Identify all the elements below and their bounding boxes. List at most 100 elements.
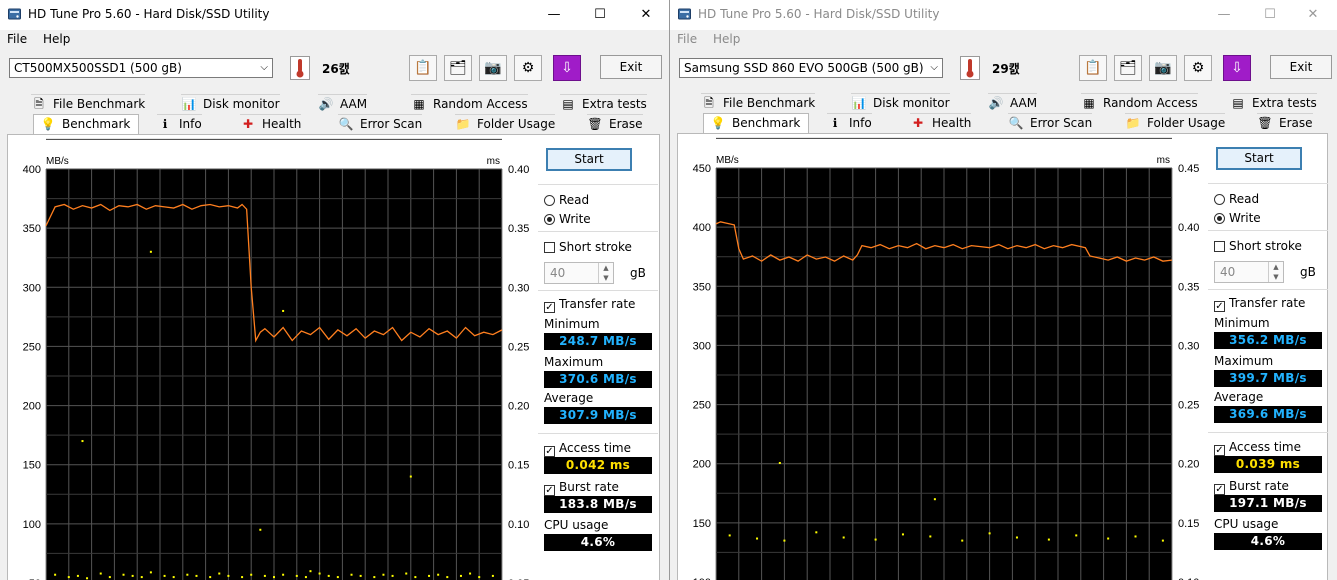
tab-benchmark[interactable]: 💡 Benchmark bbox=[33, 114, 139, 135]
chevron-down-icon: ⌵ bbox=[260, 62, 268, 73]
temperature-value: 26캜 bbox=[322, 62, 350, 76]
access-time-point bbox=[140, 576, 143, 579]
menu-help[interactable]: Help bbox=[43, 32, 70, 46]
checkbox-box-checked: ✓ bbox=[544, 302, 555, 313]
tab-aam[interactable]: 🔊 AAM bbox=[318, 94, 368, 114]
minimize-button[interactable]: — bbox=[531, 0, 577, 30]
close-button[interactable]: ✕ bbox=[1290, 0, 1336, 30]
access-time-point bbox=[428, 574, 431, 577]
menu-file[interactable]: File bbox=[7, 32, 27, 46]
access-time-point bbox=[86, 577, 89, 580]
average-label: Average bbox=[1214, 390, 1264, 404]
tab-disk-monitor[interactable]: 📊 Disk monitor bbox=[181, 94, 280, 114]
tab-label: Info bbox=[179, 117, 202, 131]
options-wrench-icon[interactable]: ⚙ bbox=[1184, 55, 1212, 81]
short-stroke-label: Short stroke bbox=[559, 240, 632, 254]
tab-file-benchmark[interactable]: 🗎 File Benchmark bbox=[701, 93, 816, 113]
access-time-point bbox=[491, 574, 494, 577]
exit-button[interactable]: Exit bbox=[1270, 55, 1332, 79]
divider bbox=[538, 231, 658, 232]
thermometer-icon bbox=[290, 56, 310, 80]
maximize-button[interactable]: ☐ bbox=[577, 0, 623, 30]
access-time-point bbox=[259, 528, 262, 531]
divider bbox=[1208, 230, 1328, 231]
benchmark-chart: 500.051000.101500.152000.202500.253000.3… bbox=[23, 138, 529, 580]
benchmark-panel: 500.051000.101500.152000.202500.253000.3… bbox=[7, 134, 660, 580]
tab-extra-tests[interactable]: ▤ Extra tests bbox=[560, 94, 647, 114]
exit-button[interactable]: Exit bbox=[600, 55, 662, 79]
tab-label: Folder Usage bbox=[1147, 116, 1226, 130]
transfer-rate-checkbox[interactable]: ✓ Transfer rate bbox=[544, 297, 635, 313]
menu-file[interactable]: File bbox=[677, 32, 697, 46]
access-time-checkbox[interactable]: ✓ Access time bbox=[544, 441, 631, 457]
short-stroke-checkbox[interactable]: Short stroke bbox=[544, 240, 632, 254]
tab-random-access[interactable]: ▦ Random Access bbox=[1081, 93, 1198, 113]
short-stroke-checkbox[interactable]: Short stroke bbox=[1214, 239, 1302, 253]
tab-folder-usage[interactable]: 📁 Folder Usage bbox=[1125, 113, 1226, 133]
access-time-point bbox=[929, 535, 932, 538]
thermometer-icon bbox=[960, 56, 980, 80]
spinner-arrows-icon[interactable]: ▲ ▼ bbox=[598, 263, 613, 283]
read-radio[interactable]: Read bbox=[544, 193, 589, 207]
close-button[interactable]: ✕ bbox=[623, 0, 669, 30]
y2-tick-label: 0.15 bbox=[508, 460, 529, 472]
options-wrench-icon[interactable]: ⚙ bbox=[514, 55, 542, 81]
tab-row-bottom: 💡 Benchmark ℹ Info ✚ Health 🔍 Error Scan 📁 Fo… bbox=[677, 113, 1328, 134]
tab-info[interactable]: ℹ Info bbox=[157, 114, 202, 134]
save-down-arrow-icon[interactable]: ⇩ bbox=[1223, 55, 1251, 81]
y-tick-label: 400 bbox=[23, 164, 41, 176]
access-time-point bbox=[459, 574, 462, 577]
tab-health[interactable]: ✚ Health bbox=[910, 113, 972, 133]
burst-rate-checkbox[interactable]: ✓ Burst rate bbox=[544, 480, 619, 496]
access-time-point bbox=[304, 576, 307, 579]
transfer-rate-checkbox[interactable]: ✓ Transfer rate bbox=[1214, 296, 1305, 312]
copy-info-icon[interactable]: 🗂 bbox=[444, 55, 472, 81]
read-radio[interactable]: Read bbox=[1214, 192, 1259, 206]
tab-disk-monitor[interactable]: 📊 Disk monitor bbox=[851, 93, 950, 113]
tab-label: File Benchmark bbox=[53, 97, 146, 111]
tab-extra-tests[interactable]: ▤ Extra tests bbox=[1230, 93, 1317, 113]
tab-erase[interactable]: 🗑 Erase bbox=[1257, 113, 1313, 133]
write-radio[interactable]: Write bbox=[1214, 211, 1261, 225]
short-stroke-spinner[interactable]: 40 ▲ ▼ bbox=[1214, 261, 1284, 283]
tab-file-benchmark[interactable]: 🗎 File Benchmark bbox=[31, 94, 146, 114]
drive-select[interactable]: Samsung SSD 860 EVO 500GB (500 gB) ⌵ bbox=[679, 58, 943, 78]
cpu-usage-value: 4.6% bbox=[1214, 533, 1322, 550]
spinner-arrows-icon[interactable]: ▲ ▼ bbox=[1268, 262, 1283, 282]
tab-random-access[interactable]: ▦ Random Access bbox=[411, 94, 528, 114]
minimize-button[interactable]: — bbox=[1201, 0, 1247, 30]
start-button[interactable]: Start bbox=[1216, 147, 1302, 170]
stroke-value: 40 bbox=[1220, 265, 1236, 279]
start-button[interactable]: Start bbox=[546, 148, 632, 171]
tab-aam[interactable]: 🔊 AAM bbox=[988, 93, 1038, 113]
copy-info-icon[interactable]: 🗂 bbox=[1114, 55, 1142, 81]
tab-erase[interactable]: 🗑 Erase bbox=[587, 114, 643, 134]
drive-select[interactable]: CT500MX500SSD1 (500 gB) ⌵ bbox=[9, 58, 273, 78]
tab-benchmark[interactable]: 💡 Benchmark bbox=[703, 113, 809, 134]
copy-text-icon[interactable]: 📋 bbox=[409, 55, 437, 81]
copy-text-icon[interactable]: 📋 bbox=[1079, 55, 1107, 81]
benchmark-chart: 1000.101500.152000.202500.253000.303500.… bbox=[693, 137, 1199, 580]
access-time-checkbox[interactable]: ✓ Access time bbox=[1214, 440, 1301, 456]
access-time-point bbox=[99, 572, 102, 575]
maximize-button[interactable]: ☐ bbox=[1247, 0, 1293, 30]
radio-circle bbox=[544, 195, 555, 206]
tab-folder-usage[interactable]: 📁 Folder Usage bbox=[455, 114, 556, 134]
tab-info[interactable]: ℹ Info bbox=[827, 113, 872, 133]
screenshot-camera-icon[interactable]: 📷 bbox=[479, 55, 507, 81]
checkbox-box-checked: ✓ bbox=[544, 446, 555, 457]
screenshot-camera-icon[interactable]: 📷 bbox=[1149, 55, 1177, 81]
write-radio[interactable]: Write bbox=[544, 212, 591, 226]
divider bbox=[538, 433, 658, 434]
y-tick-label: 100 bbox=[23, 519, 41, 531]
tab-error-scan[interactable]: 🔍 Error Scan bbox=[1008, 113, 1093, 133]
short-stroke-spinner[interactable]: 40 ▲ ▼ bbox=[544, 262, 614, 284]
tab-error-scan[interactable]: 🔍 Error Scan bbox=[338, 114, 423, 134]
save-down-arrow-icon[interactable]: ⇩ bbox=[553, 55, 581, 81]
menu-help[interactable]: Help bbox=[713, 32, 740, 46]
burst-rate-label: Burst rate bbox=[1229, 479, 1289, 493]
access-time-point bbox=[172, 576, 175, 579]
burst-rate-checkbox[interactable]: ✓ Burst rate bbox=[1214, 479, 1289, 495]
access-time-point bbox=[446, 576, 449, 579]
tab-health[interactable]: ✚ Health bbox=[240, 114, 302, 134]
